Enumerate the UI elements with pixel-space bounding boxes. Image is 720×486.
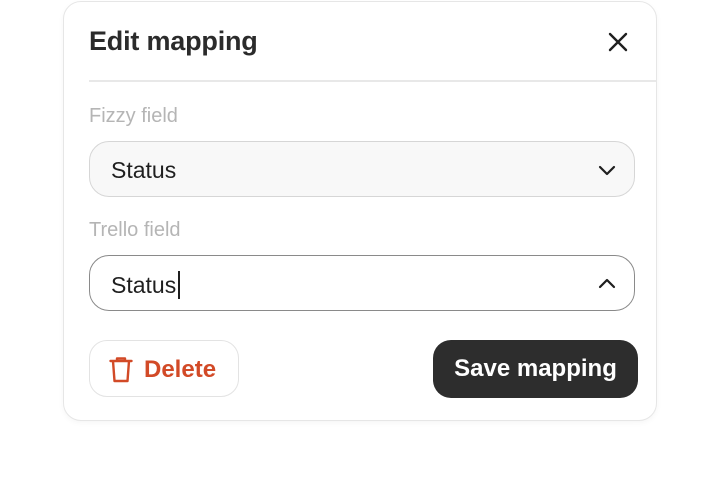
close-icon bbox=[608, 32, 628, 52]
save-mapping-button[interactable]: Save mapping bbox=[433, 340, 638, 398]
trello-field-label: Trello field bbox=[89, 219, 181, 241]
fizzy-field-value: Status bbox=[111, 157, 177, 183]
trello-field-value-wrap: Status bbox=[111, 271, 181, 299]
dialog-header: Edit mapping bbox=[89, 2, 656, 82]
edit-mapping-dialog: Edit mapping Fizzy field Status Trello f… bbox=[63, 1, 657, 421]
trash-icon bbox=[109, 357, 133, 383]
chevron-up-icon bbox=[598, 278, 616, 289]
delete-label: Delete bbox=[144, 356, 217, 383]
fizzy-field-select[interactable]: Status bbox=[89, 141, 635, 197]
chevron-down-icon bbox=[598, 165, 616, 176]
trello-field-input[interactable]: Status bbox=[89, 255, 635, 311]
delete-button[interactable]: Delete bbox=[89, 340, 239, 397]
close-button[interactable] bbox=[606, 30, 630, 54]
dialog-title: Edit mapping bbox=[89, 26, 258, 56]
save-mapping-label: Save mapping bbox=[454, 355, 617, 382]
fizzy-field-label: Fizzy field bbox=[89, 105, 178, 127]
text-cursor bbox=[178, 271, 181, 299]
trello-field-value: Status bbox=[111, 272, 177, 298]
